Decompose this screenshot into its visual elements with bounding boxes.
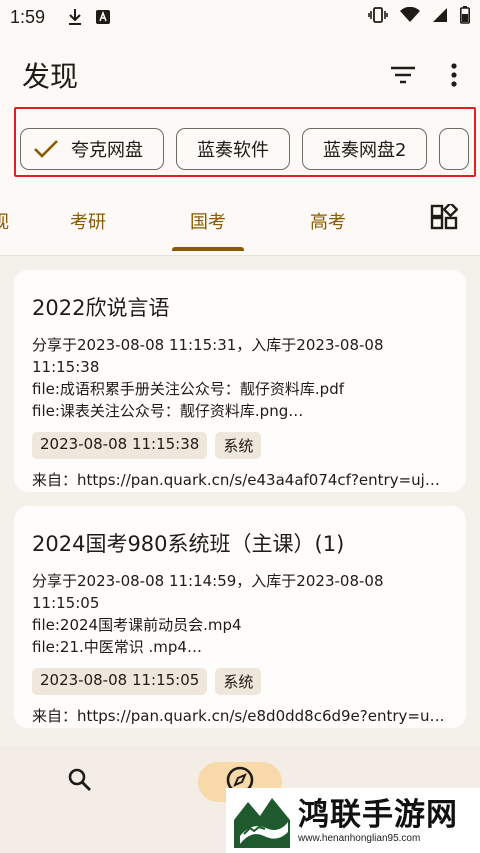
resource-feed: 2022欣说言语 分享于2023-08-08 11:15:31，入库于2023-… (0, 256, 480, 746)
share-info-cont: 11:15:05 (32, 594, 100, 612)
vibrate-icon (368, 6, 388, 28)
top-app-bar: 发现 (0, 40, 480, 110)
chip-label: 蓝奏网盘2 (323, 140, 407, 161)
nav-search[interactable] (0, 746, 160, 853)
file-entry: file:成语积累手册关注公众号：靓仔资料库.pdf (32, 380, 344, 398)
tab-label: 国考 (190, 212, 226, 233)
tab-partial[interactable]: 视 (0, 196, 14, 246)
status-bar: 1:59 (0, 0, 480, 34)
share-info-cont: 11:15:38 (32, 358, 100, 376)
watermark-url: www.henanhonglian95.com (298, 833, 421, 844)
wifi-icon (400, 6, 420, 28)
resource-card[interactable]: 2022欣说言语 分享于2023-08-08 11:15:31，入库于2023-… (14, 270, 466, 492)
chip-label: 蓝奏软件 (197, 140, 269, 161)
file-entry: file:课表关注公众号：靓仔资料库.png… (32, 402, 304, 420)
share-info: 分享于2023-08-08 11:14:59，入库于2023-08-08 (32, 572, 384, 590)
source-link[interactable]: 来自：https://pan.quark.cn/s/e43a4af074cf?e… (32, 469, 448, 490)
signal-icon (432, 7, 448, 28)
system-tag: 系统 (215, 668, 262, 695)
chip-quark[interactable]: 夸克网盘 (20, 128, 164, 170)
search-icon (67, 767, 93, 797)
nav-pill (38, 762, 122, 802)
watermark-title: 鸿联手游网 (298, 797, 458, 833)
tab-guokao[interactable]: 国考 (168, 196, 248, 246)
tab-indicator (172, 247, 244, 251)
status-time: 1:59 (10, 6, 46, 27)
card-title: 2022欣说言语 (32, 296, 170, 320)
time-tag: 2023-08-08 11:15:38 (32, 432, 208, 459)
system-tag: 系统 (215, 432, 262, 459)
chip-label: 夸克网盘 (71, 140, 143, 161)
chip-overflow[interactable] (439, 128, 470, 170)
source-chip-row: 夸克网盘 蓝奏软件 蓝奏网盘2 (20, 128, 480, 172)
watermark: 鸿联手游网 www.henanhonglian95.com (226, 788, 480, 853)
chip-lanzou-software[interactable]: 蓝奏软件 (176, 128, 290, 170)
resource-card[interactable]: 2024国考980系统班（主课）(1) 分享于2023-08-08 11:14:… (14, 506, 466, 728)
more-vert-icon[interactable] (450, 63, 458, 87)
filter-icon[interactable] (390, 65, 416, 85)
tab-label: 考研 (70, 212, 106, 233)
battery-icon (460, 5, 470, 29)
tab-gaokao[interactable]: 高考 (288, 196, 368, 246)
tab-label: 高考 (310, 212, 346, 233)
file-entry: file:2024国考课前动员会.mp4 (32, 616, 242, 634)
widgets-icon[interactable] (430, 201, 459, 236)
page-title: 发现 (22, 60, 79, 93)
time-tag: 2023-08-08 11:15:05 (32, 668, 208, 695)
source-link[interactable]: 来自：https://pan.quark.cn/s/e8d0dd8c6d9e?e… (32, 705, 448, 726)
tab-label: 视 (0, 208, 9, 234)
file-entry: file:21.中医常识 .mp4… (32, 638, 202, 656)
chip-lanzou-pan2[interactable]: 蓝奏网盘2 (302, 128, 428, 170)
share-info: 分享于2023-08-08 11:15:31，入库于2023-08-08 (32, 336, 384, 354)
tab-kaoyan[interactable]: 考研 (48, 196, 128, 246)
app-notification-icon (95, 9, 111, 25)
check-icon (33, 139, 59, 159)
card-title: 2024国考980系统班（主课）(1) (32, 532, 345, 556)
download-icon (67, 8, 83, 26)
watermark-logo (230, 789, 294, 852)
